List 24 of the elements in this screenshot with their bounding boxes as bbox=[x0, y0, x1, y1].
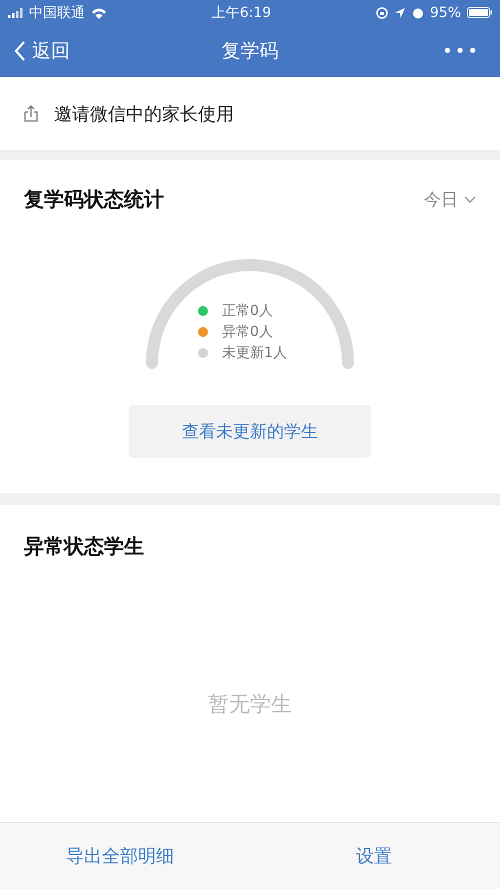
carrier-name: 中国联通 bbox=[29, 4, 85, 22]
period-dropdown[interactable]: 今日 bbox=[424, 188, 476, 211]
wifi-icon bbox=[91, 6, 107, 18]
settings-button[interactable]: 设置 bbox=[356, 844, 392, 868]
location-icon bbox=[394, 6, 406, 18]
battery-icon bbox=[467, 7, 492, 18]
legend-label: 未更新1人 bbox=[222, 344, 287, 362]
back-button[interactable]: 返回 bbox=[14, 38, 70, 64]
signal-icon bbox=[8, 8, 23, 18]
chevron-left-icon bbox=[14, 40, 26, 62]
view-students-button[interactable]: 查看未更新的学生 bbox=[129, 405, 371, 458]
section-title: 复学码状态统计 bbox=[24, 186, 164, 213]
empty-message: 暂无学生 bbox=[208, 692, 292, 716]
battery-percent: 95% bbox=[430, 4, 461, 20]
legend-label: 正常0人 bbox=[222, 302, 273, 320]
invite-parents-link[interactable]: 邀请微信中的家长使用 bbox=[24, 102, 234, 126]
page-title: 复学码 bbox=[222, 40, 278, 62]
chevron-down-icon bbox=[464, 196, 476, 204]
export-button[interactable]: 导出全部明细 bbox=[66, 844, 174, 868]
clock-time: 上午6:19 bbox=[212, 4, 272, 20]
more-button[interactable]: ••• bbox=[436, 40, 486, 62]
section-title: 异常状态学生 bbox=[24, 534, 144, 558]
legend-label: 异常0人 bbox=[222, 323, 273, 341]
share-icon bbox=[24, 105, 38, 122]
